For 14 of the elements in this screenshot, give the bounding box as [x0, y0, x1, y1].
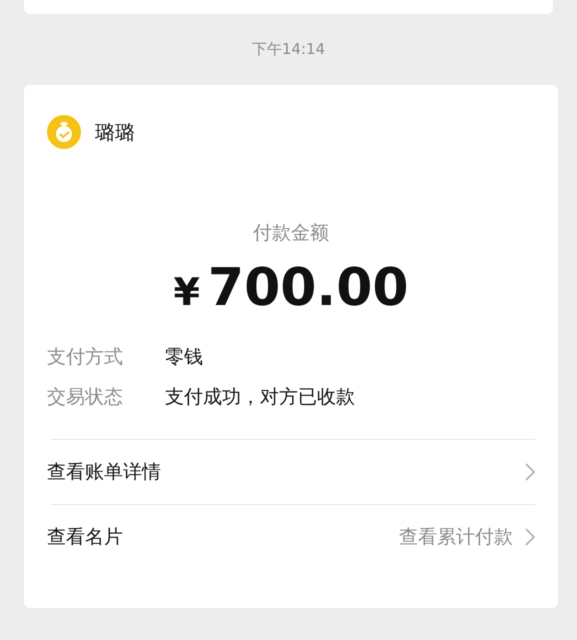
- currency-symbol: ¥: [173, 270, 200, 314]
- detail-label: 支付方式: [47, 345, 124, 369]
- chevron-right-icon: [525, 528, 535, 546]
- detail-value: 零钱: [165, 345, 203, 369]
- link-label[interactable]: 查看账单详情: [47, 459, 161, 485]
- detail-value: 支付成功，对方已收款: [165, 385, 355, 409]
- amount-label: 付款金额: [252, 221, 330, 245]
- link-label[interactable]: 查看名片: [47, 524, 123, 550]
- payee-name: 璐璐: [95, 118, 135, 146]
- money-bag-icon: [47, 115, 81, 149]
- chevron-right-icon: [525, 463, 535, 481]
- timestamp: 下午14:14: [252, 40, 326, 59]
- amount: 700.00: [208, 257, 409, 319]
- detail-label: 交易状态: [47, 385, 124, 409]
